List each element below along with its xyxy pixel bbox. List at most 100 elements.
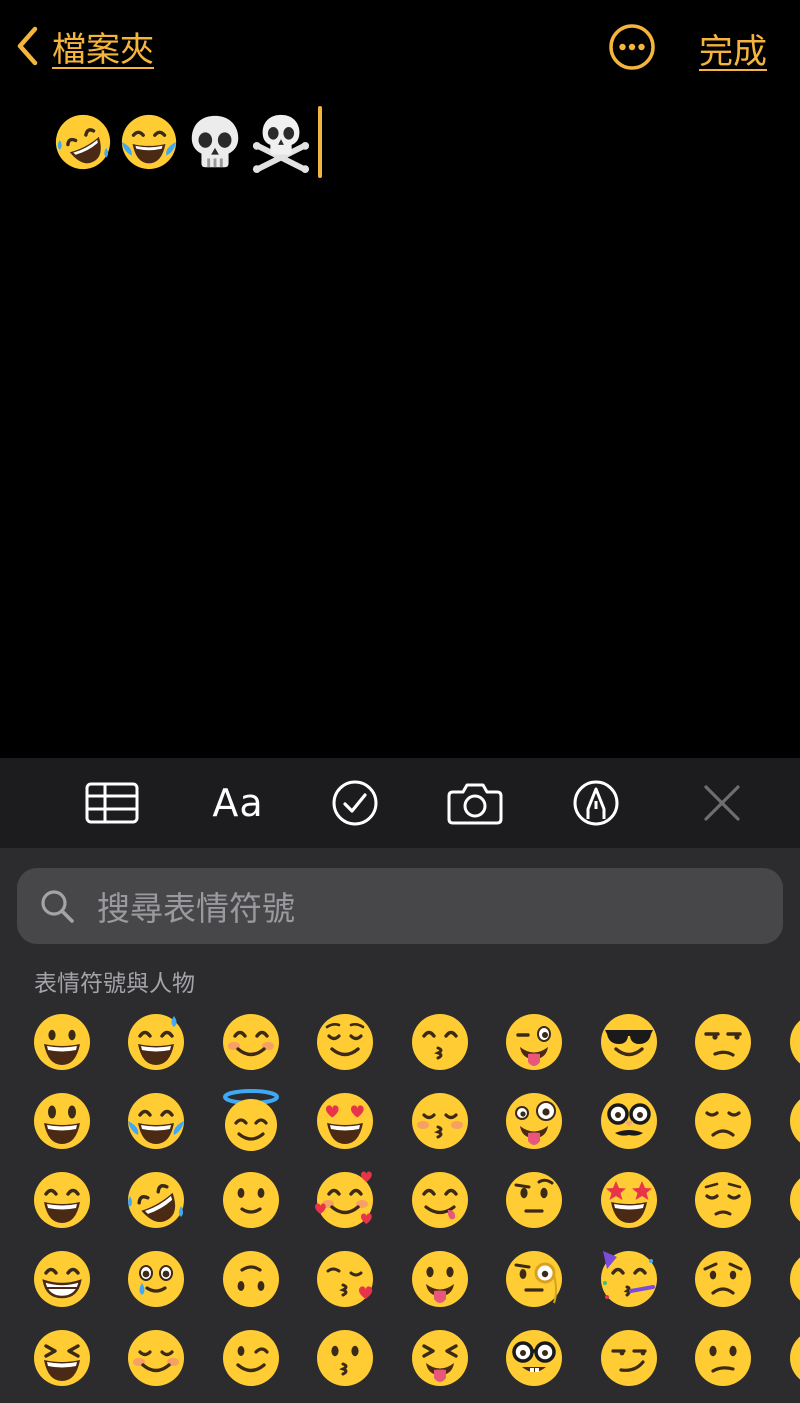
emoji-key-kissing-closed-eyes[interactable] <box>408 1089 472 1153</box>
emoji-key-halo[interactable] <box>219 1089 283 1153</box>
emoji-key-pensive[interactable] <box>691 1168 755 1232</box>
smiling-blush-emoji-icon <box>223 1014 279 1070</box>
emoji-key-tears-of-joy[interactable] <box>124 1089 188 1153</box>
emoji-key-slight-smile[interactable] <box>219 1168 283 1232</box>
star-struck-emoji-icon <box>601 1172 657 1228</box>
kissing-emoji-icon <box>317 1330 373 1386</box>
more-options-button[interactable] <box>608 23 656 71</box>
table-icon <box>85 782 139 824</box>
table-button[interactable] <box>82 778 142 828</box>
emoji-key-nerd[interactable] <box>502 1326 566 1390</box>
upside-down-emoji-icon <box>223 1251 279 1307</box>
emoji-key-rofl[interactable] <box>124 1168 188 1232</box>
emoji-key-kissing[interactable] <box>313 1326 377 1390</box>
close-toolbar-button[interactable] <box>692 778 752 828</box>
text-format-button[interactable]: Aa <box>204 778 272 828</box>
emoji-key-partial[interactable] <box>786 1089 800 1153</box>
wink-emoji-icon <box>223 1330 279 1386</box>
emoji-key-zany[interactable] <box>502 1089 566 1153</box>
emoji-key-upside-down[interactable] <box>219 1247 283 1311</box>
emoji-key-partial[interactable] <box>786 1326 800 1390</box>
emoji-key-raised-eyebrow[interactable] <box>502 1168 566 1232</box>
rolling-on-floor-laughing-emoji <box>55 114 111 170</box>
camera-button[interactable] <box>445 778 505 828</box>
search-icon <box>39 888 75 924</box>
partial-emoji-icon <box>790 1336 800 1380</box>
emoji-key-smiling-blush[interactable] <box>219 1010 283 1074</box>
emoji-key-smirk[interactable] <box>597 1326 661 1390</box>
emoji-key-beaming[interactable] <box>30 1247 94 1311</box>
partial-emoji-icon <box>790 1257 800 1301</box>
emoji-key-winking-tongue[interactable] <box>502 1010 566 1074</box>
ellipsis-circle-icon <box>609 24 655 70</box>
camera-icon <box>447 783 503 825</box>
rofl-emoji-icon <box>128 1172 184 1228</box>
emoji-search-field[interactable]: 搜尋表情符號 <box>17 868 783 944</box>
emoji-category-title: 表情符號與人物 <box>34 971 195 997</box>
partial-emoji-icon <box>790 1178 800 1222</box>
emoji-key-smiley[interactable] <box>30 1089 94 1153</box>
note-text-area[interactable] <box>52 106 322 178</box>
done-button[interactable]: 完成 <box>699 24 767 73</box>
markup-button[interactable] <box>566 778 626 828</box>
emoji-key-wink[interactable] <box>219 1326 283 1390</box>
emoji-key-star-struck[interactable] <box>597 1168 661 1232</box>
text-format-label: Aa <box>212 781 264 825</box>
emoji-key-kissing-smiling-eyes[interactable] <box>408 1010 472 1074</box>
emoji-search-placeholder: 搜尋表情符號 <box>97 889 295 928</box>
beaming-emoji-icon <box>34 1251 90 1307</box>
face-with-tears-of-joy-emoji <box>121 114 177 170</box>
emoji-key-relieved[interactable] <box>313 1010 377 1074</box>
emoji-key-squint-tongue[interactable] <box>408 1326 472 1390</box>
partial-emoji-icon <box>790 1099 800 1143</box>
emoji-key-disguised[interactable] <box>597 1089 661 1153</box>
partial-emoji-icon <box>790 1020 800 1064</box>
kissing-smiling-eyes-emoji-icon <box>412 1014 468 1070</box>
heart-eyes-emoji-icon <box>317 1093 373 1149</box>
emoji-key-grinning-sweat[interactable] <box>124 1010 188 1074</box>
emoji-key-sunglasses[interactable] <box>597 1010 661 1074</box>
relieved-emoji-icon <box>317 1014 373 1070</box>
emoji-key-disappointed[interactable] <box>691 1089 755 1153</box>
close-icon <box>704 785 740 821</box>
nerd-emoji-icon <box>506 1330 562 1386</box>
emoji-key-laughing-squint[interactable] <box>30 1326 94 1390</box>
sunglasses-emoji-icon <box>601 1014 657 1070</box>
tongue-out-emoji-icon <box>412 1251 468 1307</box>
emoji-key-smiling-hearts[interactable] <box>313 1168 377 1232</box>
monocle-emoji-icon <box>506 1251 562 1307</box>
chevron-left-icon <box>16 26 38 66</box>
emoji-key-unamused[interactable] <box>691 1010 755 1074</box>
emoji-key-heart-eyes[interactable] <box>313 1089 377 1153</box>
smiley-emoji-icon <box>34 1093 90 1149</box>
emoji-key-partial[interactable] <box>786 1247 800 1311</box>
checkmark-circle-icon <box>332 780 378 826</box>
emoji-keyboard: 搜尋表情符號 表情符號與人物 <box>0 848 800 1403</box>
worried-emoji-icon <box>695 1251 751 1307</box>
holding-back-tears-emoji-icon <box>128 1251 184 1307</box>
emoji-key-partial[interactable] <box>786 1010 800 1074</box>
emoji-key-grinning[interactable] <box>30 1010 94 1074</box>
emoji-key-partying[interactable] <box>597 1247 661 1311</box>
smiling-hearts-emoji-icon <box>315 1171 373 1228</box>
emoji-key-worried[interactable] <box>691 1247 755 1311</box>
emoji-key-confused[interactable] <box>691 1326 755 1390</box>
skull-emoji <box>191 115 239 168</box>
confused-emoji-icon <box>695 1330 751 1386</box>
squint-tongue-emoji-icon <box>412 1330 468 1386</box>
emoji-key-blushing-smile[interactable] <box>124 1326 188 1390</box>
emoji-key-holding-back-tears[interactable] <box>124 1247 188 1311</box>
emoji-key-kissing-heart[interactable] <box>313 1247 377 1311</box>
emoji-key-tongue-out[interactable] <box>408 1247 472 1311</box>
blushing-smile-emoji-icon <box>128 1330 184 1386</box>
grin-emoji-icon <box>34 1172 90 1228</box>
back-button[interactable]: 檔案夾 <box>16 22 154 70</box>
emoji-key-grin[interactable] <box>30 1168 94 1232</box>
emoji-key-partial[interactable] <box>786 1168 800 1232</box>
emoji-key-monocle[interactable] <box>502 1247 566 1311</box>
disappointed-emoji-icon <box>695 1093 751 1149</box>
laughing-squint-emoji-icon <box>34 1330 90 1386</box>
partying-emoji-icon <box>601 1251 657 1307</box>
emoji-key-yum[interactable] <box>408 1168 472 1232</box>
checklist-button[interactable] <box>325 778 385 828</box>
